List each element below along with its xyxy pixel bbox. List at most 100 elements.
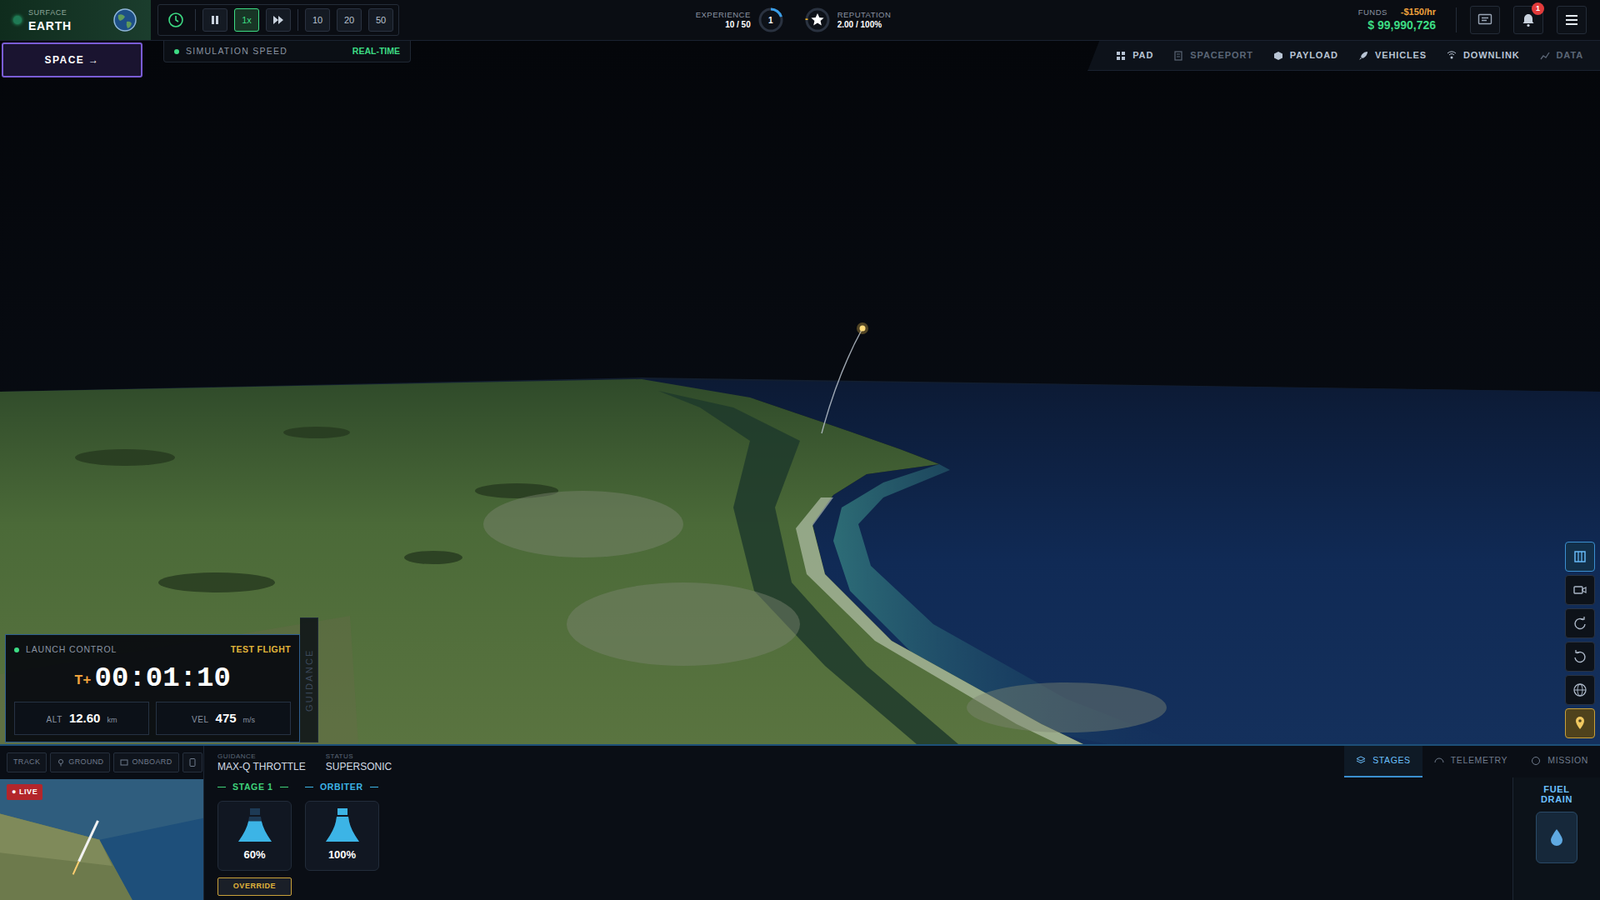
fuel-drain-panel: FUEL DRAIN: [1512, 777, 1600, 900]
location-dot: [13, 15, 22, 25]
experience-ring: 1: [757, 6, 785, 34]
flight-status-label: STATUS: [325, 752, 392, 761]
pin-tool-button[interactable]: [1565, 708, 1595, 739]
progress-stats: EXPERIENCE 10 / 50 1 REPUTATION 2.00 / 1…: [682, 0, 905, 40]
panel-tabs: STAGES TELEMETRY MISSION: [1344, 745, 1600, 778]
drop-icon: [1548, 827, 1565, 848]
camera-mode-icon: [120, 758, 129, 767]
divider: [1455, 7, 1457, 33]
stage-line: [280, 786, 289, 788]
space-button-label: SPACE →: [45, 52, 100, 68]
readout-label: ALT: [46, 713, 63, 726]
speed-dot: [174, 49, 180, 55]
clock-button[interactable]: [163, 8, 189, 32]
simulation-speed-label: SIMULATION SPEED: [185, 45, 288, 59]
nav-tab-label: DOWNLINK: [1463, 48, 1520, 63]
messages-button[interactable]: [1470, 5, 1500, 35]
camera-mode-label: TRACK: [13, 756, 40, 769]
space-button[interactable]: SPACE →: [1, 42, 143, 78]
globe-icon: [112, 7, 138, 33]
location-label: SURFACE: [28, 9, 106, 17]
launch-control-title: LAUNCH CONTROL: [25, 643, 117, 657]
camera-modes: TRACK GROUND ONBOARD: [0, 745, 204, 780]
map-tool-button[interactable]: [1565, 541, 1595, 572]
funds-amount: $ 99,990,726: [1358, 18, 1436, 34]
divider: [297, 9, 299, 31]
stage-card[interactable]: 60%: [217, 800, 292, 871]
nav-tab[interactable]: PAD: [1115, 48, 1154, 63]
stage-name: STAGE 1: [232, 780, 274, 795]
launch-control-panel: LAUNCH CONTROL TEST FLIGHT T+ 00:01:10 A…: [5, 634, 300, 743]
guidance-tab-label: GUIDANCE: [301, 648, 316, 712]
camera-mode-label: ONBOARD: [131, 756, 172, 769]
override-button[interactable]: OVERRIDE: [217, 877, 292, 896]
view-tools: [1565, 541, 1595, 739]
camera-mode-button[interactable]: TRACK: [6, 752, 47, 773]
panel-tab[interactable]: TELEMETRY: [1422, 745, 1520, 778]
rotate-tool-button[interactable]: [1565, 608, 1595, 639]
stage-line: [305, 786, 314, 788]
camera-tool-button[interactable]: [1565, 575, 1595, 605]
nav-tab-label: PAYLOAD: [1290, 48, 1339, 63]
panel-tab-label: TELEMETRY: [1450, 754, 1509, 768]
camera-feed[interactable]: ● LIVE: [0, 779, 204, 900]
reputation-value: 2.00 / 100%: [837, 20, 892, 31]
funds-label: FUNDS: [1358, 7, 1388, 18]
experience-rank: 1: [768, 14, 774, 27]
fast-forward-button[interactable]: [265, 8, 291, 32]
message-icon: [1477, 13, 1493, 27]
readout: ALT12.60km: [14, 701, 150, 736]
globe-tool-button[interactable]: [1565, 675, 1595, 705]
globe-icon: [1572, 682, 1588, 698]
engine-icon: [236, 806, 274, 844]
camera-icon: [1572, 582, 1588, 598]
speed-button[interactable]: 50: [368, 8, 394, 32]
readout-label: VEL: [191, 713, 210, 726]
tab-icon: [1355, 755, 1366, 766]
speed-button[interactable]: 20: [336, 8, 362, 32]
flight-status-item: STATUSSUPERSONIC: [325, 752, 392, 778]
status-row: GUIDANCEMAX-Q THROTTLE STATUSSUPERSONIC S…: [204, 745, 1600, 778]
stage-header: ORBITER: [305, 780, 380, 795]
stage-reading: 100%: [328, 846, 356, 864]
nav-tab[interactable]: SPACEPORT: [1173, 48, 1254, 63]
menu-button[interactable]: [1556, 5, 1587, 35]
tab-icon: [1540, 50, 1550, 61]
stage-card[interactable]: 100%: [305, 800, 380, 871]
experience-fill: [760, 9, 782, 31]
reset-tool-button[interactable]: [1565, 641, 1595, 672]
speed-button[interactable]: 1x: [234, 8, 260, 32]
fuel-drain-button[interactable]: [1535, 811, 1578, 864]
flight-status-item: GUIDANCEMAX-Q THROTTLE: [217, 752, 306, 778]
fuel-drain-label: FUEL DRAIN: [1527, 784, 1586, 805]
live-badge: ● LIVE: [6, 784, 43, 801]
pause-button[interactable]: [202, 8, 228, 32]
camera-mode-button[interactable]: GROUND: [50, 752, 110, 773]
bell-icon: [1520, 12, 1536, 28]
nav-tab-label: VEHICLES: [1375, 48, 1427, 63]
pause-icon: [210, 15, 220, 25]
nav-tab[interactable]: DOWNLINK: [1446, 48, 1520, 63]
guidance-tab[interactable]: GUIDANCE: [300, 617, 319, 743]
location-panel[interactable]: SURFACE EARTH: [0, 0, 151, 40]
nav-tab[interactable]: PAYLOAD: [1273, 48, 1339, 63]
panel-tab[interactable]: MISSION: [1519, 745, 1600, 778]
readout-value: 475: [215, 709, 237, 729]
camera-mode-button[interactable]: ONBOARD: [113, 752, 179, 773]
star-icon: [804, 6, 831, 34]
stages: STAGE 1 60% OVERRIDE ORBITER 100%: [204, 777, 1513, 900]
top-bar: SURFACE EARTH 1x 10 20 50 EXPERIENCE 10 / 5…: [0, 0, 1600, 41]
readout: VEL 475 m/s: [155, 701, 291, 736]
location-name: EARTH: [28, 20, 106, 32]
readout-unit: m/s: [243, 715, 256, 727]
speed-button[interactable]: 10: [305, 8, 330, 32]
readout-value: 12.60: [69, 709, 101, 729]
nav-tab[interactable]: VEHICLES: [1358, 48, 1427, 63]
earth-view[interactable]: SPACE → SIMULATION SPEED REAL-TIME PADSP…: [0, 40, 1600, 745]
tab-icon: [1173, 50, 1184, 61]
nav-tab[interactable]: DATA: [1540, 48, 1584, 63]
screenshot-button[interactable]: [182, 752, 203, 773]
panel-tab[interactable]: STAGES: [1344, 745, 1423, 778]
speed-label: 20: [344, 13, 355, 28]
notifications-button[interactable]: 1: [1513, 5, 1544, 35]
